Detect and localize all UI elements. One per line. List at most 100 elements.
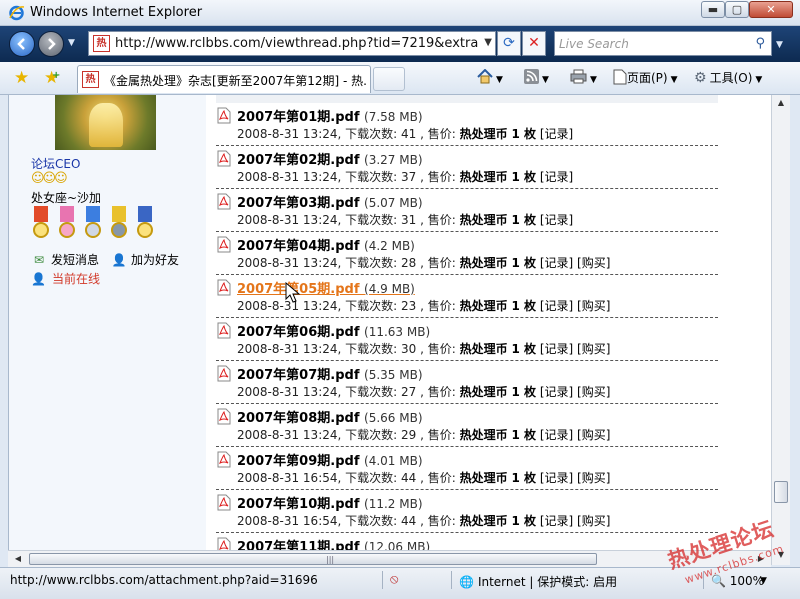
- address-url[interactable]: http://www.rclbbs.com/viewthread.php?tid…: [115, 36, 479, 51]
- record-link[interactable]: [记录]: [540, 170, 573, 184]
- attachment-link[interactable]: 2007年第05期.pdf (4.9 MB): [237, 278, 415, 297]
- feeds-button[interactable]: ▼: [524, 69, 549, 85]
- buy-link[interactable]: [购买]: [577, 256, 610, 270]
- price-quantity: 1 枚: [511, 428, 537, 442]
- pdf-file-icon: [217, 365, 231, 382]
- new-tab-button[interactable]: [373, 67, 405, 91]
- page-content: 论坛CEO ☺☺☺ 处女座~沙加 ✉ 发短消息 👤 加为好友 👤 当前在线 2007年…: [8, 95, 771, 550]
- add-friend-link[interactable]: 👤 加为好友: [111, 251, 180, 268]
- tools-menu-button[interactable]: ⚙ 工具(O) ▼: [694, 69, 762, 86]
- upload-date: 2008-8-31 13:24,: [237, 428, 342, 442]
- medal-icon: [31, 206, 51, 242]
- recent-pages-dropdown-icon[interactable]: ▼: [68, 38, 75, 48]
- page-menu-label: 页面(P): [627, 71, 668, 85]
- attachment-meta: 2008-8-31 13:24, 下载次数: 37 , 售价: 热处理币 1 枚…: [237, 168, 573, 185]
- attachment-link[interactable]: 2007年第08期.pdf (5.66 MB): [237, 407, 423, 426]
- minimize-button[interactable]: ▬: [701, 1, 725, 18]
- attachment-link[interactable]: 2007年第03期.pdf (5.07 MB): [237, 192, 423, 211]
- record-link[interactable]: [记录]: [540, 127, 573, 141]
- scroll-left-icon[interactable]: ◀: [10, 552, 26, 566]
- horizontal-scrollbar[interactable]: ◀ ||| ▶: [8, 550, 771, 567]
- ie-logo-icon: [9, 5, 25, 21]
- attachment-meta: 2008-8-31 13:24, 下载次数: 30 , 售价: 热处理币 1 枚…: [237, 340, 610, 357]
- attachment-link[interactable]: 2007年第01期.pdf (7.58 MB): [237, 106, 423, 125]
- maximize-button[interactable]: ▢: [725, 1, 749, 18]
- post-top-strip: [216, 95, 718, 103]
- record-link[interactable]: [记录]: [540, 256, 573, 270]
- scroll-up-icon[interactable]: ▲: [773, 95, 789, 111]
- security-zone[interactable]: 🌐 Internet | 保护模式: 启用: [459, 573, 617, 590]
- zoom-level[interactable]: 🔍 100%: [711, 574, 764, 588]
- downloads-label: 下载次数:: [345, 213, 398, 227]
- search-options-dropdown-icon[interactable]: ▼: [776, 40, 783, 50]
- attachment-row: 2007年第06期.pdf (11.63 MB) 2008-8-31 13:24…: [216, 318, 718, 361]
- record-link[interactable]: [记录]: [540, 471, 573, 485]
- attachment-row: 2007年第10期.pdf (11.2 MB) 2008-8-31 16:54,…: [216, 490, 718, 533]
- refresh-button[interactable]: ⟳: [497, 31, 521, 56]
- back-button[interactable]: [9, 31, 35, 57]
- attachment-link[interactable]: 2007年第06期.pdf (11.63 MB): [237, 321, 430, 340]
- vertical-scroll-thumb[interactable]: [774, 481, 788, 503]
- window-title: Windows Internet Explorer: [30, 5, 203, 20]
- username-link[interactable]: 论坛CEO: [31, 155, 80, 172]
- price-label: 售价:: [427, 428, 456, 442]
- download-count: 31 ,: [401, 213, 424, 227]
- buy-link[interactable]: [购买]: [577, 428, 610, 442]
- add-favorites-icon[interactable]: ★ +: [44, 68, 60, 88]
- address-dropdown-icon[interactable]: ▼: [484, 37, 492, 48]
- buy-link[interactable]: [购买]: [577, 385, 610, 399]
- favorites-center-icon[interactable]: ★: [14, 68, 29, 88]
- attachment-meta: 2008-8-31 16:54, 下载次数: 44 , 售价: 热处理币 1 枚…: [237, 512, 610, 529]
- pdf-file-icon: [217, 150, 231, 167]
- record-link[interactable]: [记录]: [540, 428, 573, 442]
- search-input[interactable]: [559, 35, 739, 53]
- record-link[interactable]: [记录]: [540, 342, 573, 356]
- scroll-down-icon[interactable]: ▼: [773, 547, 789, 563]
- attachment-row: 2007年第11期.pdf (12.06 MB): [216, 533, 718, 550]
- upload-date: 2008-8-31 13:24,: [237, 170, 342, 184]
- page-menu-button[interactable]: 页面(P) ▼: [613, 69, 678, 86]
- vertical-scrollbar[interactable]: ▲ ▼: [771, 95, 790, 565]
- buy-link[interactable]: [购买]: [577, 471, 610, 485]
- attachment-link[interactable]: 2007年第10期.pdf (11.2 MB): [237, 493, 423, 512]
- buy-link[interactable]: [购买]: [577, 514, 610, 528]
- record-link[interactable]: [记录]: [540, 213, 573, 227]
- buy-link[interactable]: [购买]: [577, 342, 610, 356]
- forward-button[interactable]: [38, 31, 64, 57]
- horizontal-scroll-thumb[interactable]: |||: [29, 553, 597, 565]
- buy-link[interactable]: [购买]: [577, 299, 610, 313]
- attachment-link[interactable]: 2007年第09期.pdf (4.01 MB): [237, 450, 423, 469]
- site-favicon-icon: 热: [93, 35, 110, 52]
- attachment-link[interactable]: 2007年第02期.pdf (3.27 MB): [237, 149, 423, 168]
- pdf-file-icon: [217, 279, 231, 296]
- stop-button[interactable]: ✕: [522, 31, 546, 56]
- home-icon: [477, 68, 493, 84]
- back-arrow-icon: [17, 38, 25, 50]
- send-message-link[interactable]: ✉ 发短消息: [31, 251, 99, 268]
- user-online-icon: 👤: [31, 272, 46, 286]
- address-bar[interactable]: 热 http://www.rclbbs.com/viewthread.php?t…: [88, 31, 496, 56]
- popup-blocker-icon[interactable]: ⦸: [390, 572, 398, 587]
- record-link[interactable]: [记录]: [540, 514, 573, 528]
- attachment-link[interactable]: 2007年第07期.pdf (5.35 MB): [237, 364, 423, 383]
- attachment-link[interactable]: 2007年第04期.pdf (4.2 MB): [237, 235, 415, 254]
- stop-icon: ✕: [528, 35, 540, 51]
- print-button[interactable]: ▼: [570, 69, 597, 85]
- tab-active[interactable]: 热 《金属热处理》杂志[更新至2007年第12期] - 热...: [77, 65, 371, 93]
- title-bar: Windows Internet Explorer ▬ ▢ ✕: [0, 0, 800, 26]
- pdf-file-icon: [217, 322, 231, 339]
- record-link[interactable]: [记录]: [540, 385, 573, 399]
- attachment-row: 2007年第04期.pdf (4.2 MB) 2008-8-31 13:24, …: [216, 232, 718, 275]
- search-box[interactable]: ⚲: [554, 31, 772, 56]
- close-button[interactable]: ✕: [749, 1, 793, 18]
- maximize-icon: ▢: [731, 3, 743, 16]
- upload-date: 2008-8-31 13:24,: [237, 256, 342, 270]
- attachment-link[interactable]: 2007年第11期.pdf (12.06 MB): [237, 536, 430, 550]
- upload-date: 2008-8-31 13:24,: [237, 213, 342, 227]
- search-icon[interactable]: ⚲: [755, 36, 765, 51]
- home-button[interactable]: ▼: [477, 68, 503, 85]
- scroll-right-icon[interactable]: ▶: [753, 552, 769, 566]
- globe-icon: 🌐: [459, 575, 474, 589]
- zoom-dropdown-icon[interactable]: ▼: [760, 576, 767, 586]
- record-link[interactable]: [记录]: [540, 299, 573, 313]
